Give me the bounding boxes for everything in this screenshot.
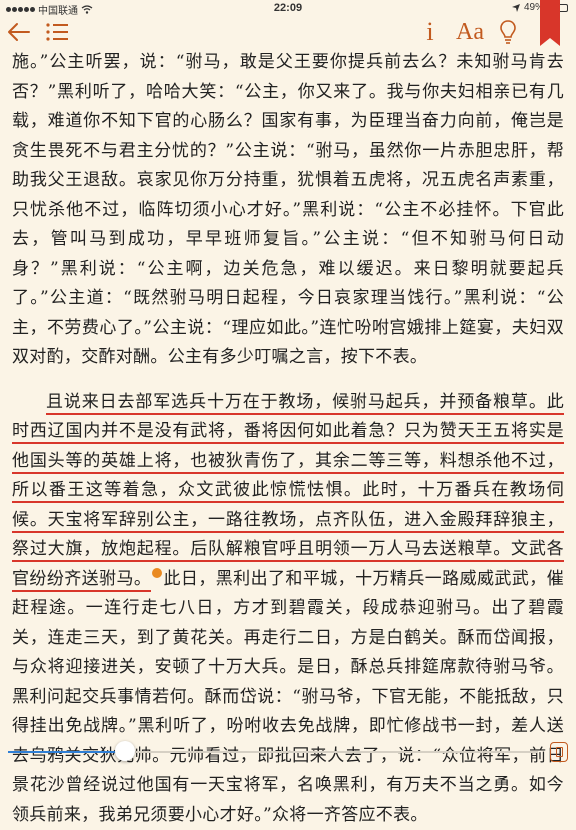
paragraph-text: 施。”公主听罢，说：“驸马，敢是父王要你提兵前去么？未知驸马肯去否？”黑利听了，… (12, 52, 564, 367)
back-button[interactable] (4, 16, 34, 48)
brightness-button[interactable] (495, 16, 521, 48)
orientation-lock-icon[interactable] (550, 742, 568, 762)
paragraph: 施。”公主听罢，说：“驸马，敢是父王要你提兵前去么？未知驸马肯去否？”黑利听了，… (12, 48, 564, 373)
location-icon (512, 4, 520, 12)
font-settings-button[interactable]: Aa (450, 16, 490, 48)
info-button[interactable]: i (420, 16, 440, 48)
note-marker-icon[interactable] (152, 568, 162, 578)
paragraph-text: 此日，黑利出了和平城，十万精兵一路威威武武，催赶程途。一连行走七八日，方才到碧霞… (12, 569, 564, 825)
chapter-text: 施。”公主听罢，说：“驸马，敢是父王要你提兵前去么？未知驸马肯去否？”黑利听了，… (12, 48, 564, 830)
reading-progress-bar (0, 736, 576, 768)
reader-toolbar: i Aa (0, 16, 576, 48)
back-arrow-icon (7, 22, 31, 42)
progress-fill (8, 751, 125, 753)
progress-slider-thumb[interactable] (115, 741, 135, 761)
table-of-contents-button[interactable] (42, 16, 72, 48)
font-size-icon: Aa (456, 19, 484, 46)
status-bar: 中国联通 22:09 49% (0, 0, 576, 16)
status-time: 22:09 (0, 2, 576, 14)
list-menu-icon (45, 22, 69, 42)
progress-track[interactable] (8, 751, 538, 753)
info-icon: i (426, 17, 433, 47)
bulb-icon (499, 19, 517, 45)
bookmark-button[interactable] (540, 0, 560, 46)
highlighted-text[interactable]: 且说来日去部军选兵十万在于教场，候驸马起兵，并预备粮草。此时西辽国内并不是没有武… (12, 392, 564, 592)
bookmark-icon (540, 0, 560, 46)
